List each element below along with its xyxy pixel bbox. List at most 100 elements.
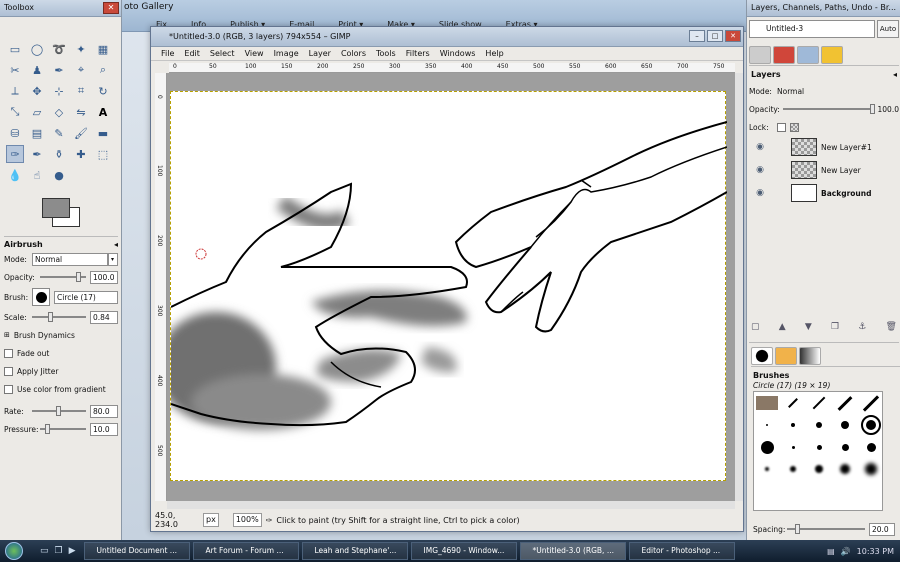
dock-titlebar[interactable]: Layers, Channels, Paths, Undo - Br... (747, 0, 900, 17)
rotate-icon[interactable]: ↻ (94, 82, 112, 100)
spacing-value[interactable]: 20.0 (869, 522, 895, 536)
taskbar-item[interactable]: Leah and Stephane'... (301, 542, 408, 560)
brush-swatch[interactable] (865, 463, 877, 475)
taskbar-item-active[interactable]: *Untitled-3.0 (RGB, ... (519, 542, 626, 560)
pressure-slider[interactable] (40, 424, 86, 434)
close-icon[interactable]: ✕ (725, 30, 741, 42)
airbrush-icon[interactable]: ✑ (6, 145, 24, 163)
new-layer-icon[interactable]: ▢ (751, 322, 760, 332)
smudge-icon[interactable]: ☝ (28, 166, 46, 184)
unit-select[interactable]: px (203, 513, 219, 527)
move-icon[interactable]: ✥ (28, 82, 46, 100)
taskbar-item[interactable]: Untitled Document ... (83, 542, 190, 560)
lasso-icon[interactable]: ➰ (50, 40, 68, 58)
layer-item[interactable]: ◉ Background (749, 182, 899, 204)
scale-value[interactable]: 0.84 (90, 310, 118, 324)
scale-icon[interactable]: ⤡ (6, 103, 24, 121)
eye-icon[interactable]: ◉ (749, 142, 771, 152)
auto-button[interactable]: Auto (877, 20, 899, 38)
scale-slider[interactable] (32, 312, 86, 322)
brush-swatch[interactable] (816, 444, 822, 450)
brush-swatch[interactable] (815, 465, 823, 473)
brush-preview[interactable] (32, 288, 50, 306)
maximize-icon[interactable]: □ (707, 30, 723, 42)
show-desktop-icon[interactable]: ▭ (40, 546, 49, 556)
chevron-down-icon[interactable]: ▾ (108, 252, 118, 266)
horizontal-ruler[interactable]: 0 50 100 150 200 250 300 350 400 450 500… (169, 63, 735, 73)
image-window-titlebar[interactable]: *Untitled-3.0 (RGB, 3 layers) 794x554 – … (151, 27, 743, 47)
brush-swatch[interactable] (791, 445, 795, 449)
crop-icon[interactable]: ⌗ (72, 82, 90, 100)
brushes-tab-icon[interactable] (751, 346, 773, 365)
taskbar-item[interactable]: Editor - Photoshop ... (628, 542, 735, 560)
vertical-scrollbar[interactable] (735, 73, 743, 501)
switch-windows-icon[interactable]: ❐ (55, 546, 63, 556)
menu-view[interactable]: View (245, 49, 264, 58)
perspective-icon[interactable]: ◇ (50, 103, 68, 121)
brush-swatch[interactable] (791, 423, 795, 427)
eye-icon[interactable]: ◉ (749, 165, 771, 175)
rect-select-icon[interactable]: ▭ (6, 40, 24, 58)
zoom-icon[interactable]: ⌕ (94, 61, 112, 79)
paths-tab-icon[interactable] (797, 45, 819, 64)
pencil-icon[interactable]: ✎ (50, 124, 68, 142)
canvas-viewport[interactable] (156, 73, 735, 501)
paths-icon[interactable]: ✒ (50, 61, 68, 79)
vertical-ruler[interactable]: 0 100 200 300 400 500 (155, 73, 167, 501)
anchor-layer-icon[interactable]: ⚓ (858, 322, 866, 332)
menu-help[interactable]: Help (485, 49, 503, 58)
menu-colors[interactable]: Colors (341, 49, 366, 58)
menu-image[interactable]: Image (274, 49, 299, 58)
brush-swatch[interactable] (756, 396, 778, 410)
dodge-burn-icon[interactable]: ● (50, 166, 68, 184)
menu-windows[interactable]: Windows (440, 49, 476, 58)
perspective-clone-icon[interactable]: ⬚ (94, 145, 112, 163)
brush-swatch[interactable] (866, 442, 876, 452)
flip-icon[interactable]: ⇋ (72, 103, 90, 121)
layer-opacity-slider[interactable] (783, 104, 875, 114)
toolbox-titlebar[interactable]: Toolbox ✕ (0, 0, 121, 17)
brush-swatch[interactable] (841, 443, 849, 451)
align-icon[interactable]: ⊹ (50, 82, 68, 100)
brush-swatch[interactable] (862, 394, 880, 412)
apply-jitter-checkbox[interactable] (4, 366, 13, 376)
layer-mode-value[interactable]: Normal (777, 87, 804, 96)
pressure-value[interactable]: 10.0 (90, 422, 118, 436)
taskbar-item[interactable]: Art Forum - Forum ... (192, 542, 299, 560)
ink-icon[interactable]: ✒ (28, 145, 46, 163)
scissors-icon[interactable]: ✂ (6, 61, 24, 79)
lock-alpha-icon[interactable] (790, 122, 799, 132)
image-canvas[interactable] (156, 91, 728, 481)
brush-swatch[interactable] (788, 398, 798, 408)
menu-filters[interactable]: Filters (406, 49, 430, 58)
delete-layer-icon[interactable]: 🗑 (886, 322, 897, 332)
color-picker-icon[interactable]: ⌖ (72, 61, 90, 79)
brush-swatch[interactable] (816, 422, 822, 428)
brush-swatch[interactable] (790, 466, 796, 472)
network-icon[interactable]: ▤ (827, 547, 835, 556)
rate-slider[interactable] (32, 406, 86, 416)
brush-swatch[interactable] (766, 424, 768, 426)
image-select-menu[interactable]: Untitled-3 (749, 20, 875, 38)
fuzzy-select-icon[interactable]: ✦ (72, 40, 90, 58)
ellipse-select-icon[interactable]: ◯ (28, 40, 46, 58)
color-select-icon[interactable]: ▦ (94, 40, 112, 58)
channels-tab-icon[interactable] (773, 45, 795, 64)
foreground-select-icon[interactable]: ♟ (28, 61, 46, 79)
taskbar-item[interactable]: IMG_4690 - Window... (410, 542, 517, 560)
layer-item[interactable]: ◉ New Layer#1 (749, 136, 899, 158)
brush-swatch[interactable] (760, 440, 774, 454)
duplicate-layer-icon[interactable]: ❐ (831, 322, 839, 332)
spacing-slider[interactable] (787, 524, 865, 534)
bucket-fill-icon[interactable]: ⛁ (6, 124, 24, 142)
volume-icon[interactable]: 🔊 (841, 547, 851, 556)
blur-icon[interactable]: 💧 (6, 166, 24, 184)
eye-icon[interactable]: ◉ (749, 188, 771, 198)
foreground-color[interactable] (42, 198, 70, 218)
clock[interactable]: 10:33 PM (857, 547, 894, 556)
lock-pixels-checkbox[interactable] (777, 122, 786, 132)
layer-item[interactable]: ◉ New Layer (749, 159, 899, 181)
shear-icon[interactable]: ▱ (28, 103, 46, 121)
expander-icon[interactable]: ⊞ (4, 331, 10, 339)
clone-icon[interactable]: ⚱ (50, 145, 68, 163)
